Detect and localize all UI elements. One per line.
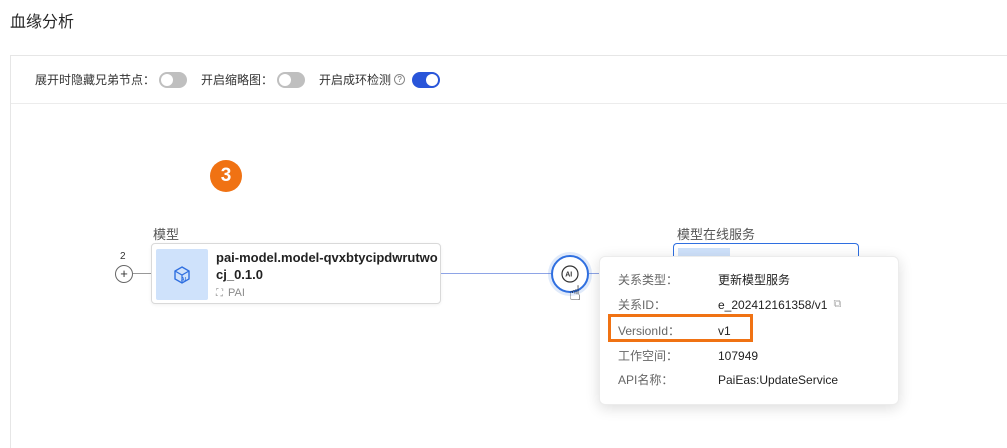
model-node[interactable]: AI pai-model.model-qvxbtycipdwrutwocj_0.… <box>151 243 441 304</box>
minimap-toggle[interactable] <box>277 71 306 88</box>
minimap-setting: 开启缩略图： <box>201 71 306 88</box>
popover-value: 107949 <box>718 348 759 363</box>
popover-row-relation-type: 关系类型： 更新模型服务 <box>618 271 790 288</box>
popover-key: API名称： <box>618 373 674 387</box>
pai-icon: ⛶ <box>216 287 223 299</box>
hide-siblings-toggle[interactable] <box>159 71 188 88</box>
popover-value: PaiEas:UpdateService <box>718 372 839 387</box>
popover-row-api-name: API名称： PaiEas:UpdateService <box>618 371 838 388</box>
model-group-label: 模型 <box>153 227 180 242</box>
hide-siblings-setting: 展开时隐藏兄弟节点： <box>35 71 188 88</box>
svg-text:AI: AI <box>181 277 187 283</box>
copy-icon[interactable]: ⧉ <box>833 298 841 311</box>
node-icon-box: AI <box>156 249 208 300</box>
popover-row-workspace: 工作空间： 107949 <box>618 347 758 364</box>
help-icon[interactable]: ? <box>394 74 406 85</box>
popover-key: 关系ID： <box>618 298 667 312</box>
model-node-source-label: PAI <box>228 287 245 299</box>
cycle-detection-setting: 开启成环检测 ? <box>319 71 441 88</box>
cycle-detection-label: 开启成环检测 <box>319 73 392 87</box>
popover-row-relation-id: 关系ID： e_202412161358/v1 ⧉ <box>618 296 841 313</box>
pointer-cursor-icon: ☝ <box>569 283 582 305</box>
model-node-name: pai-model.model-qvxbtycipdwrutwocj_0.1.0 <box>216 250 438 282</box>
popover-value: 更新模型服务 <box>718 273 791 287</box>
upstream-count: 2 <box>120 251 126 262</box>
version-id-highlight <box>608 314 753 342</box>
upstream-edge <box>133 273 151 274</box>
minimap-label: 开启缩略图： <box>201 73 274 87</box>
relation-node-label: AI <box>565 272 572 279</box>
hide-siblings-label: 展开时隐藏兄弟节点： <box>35 73 156 87</box>
cycle-detection-toggle[interactable] <box>412 71 441 88</box>
popover-value: e_202412161358/v1 <box>718 297 828 312</box>
cube-ai-icon: AI <box>174 265 190 284</box>
page-title: 血缘分析 <box>10 14 75 31</box>
toolbar: 展开时隐藏兄弟节点： 开启缩略图： 开启成环检测 ? <box>11 56 1007 104</box>
relation-edge <box>441 273 551 274</box>
popover-key: 关系类型： <box>618 273 679 287</box>
step-badge: 3 <box>210 160 242 192</box>
service-group-label: 模型在线服务 <box>677 227 756 242</box>
popover-key: 工作空间： <box>618 349 679 363</box>
model-node-source: ⛶ PAI <box>216 287 245 299</box>
expand-upstream-button[interactable]: + <box>115 265 133 283</box>
